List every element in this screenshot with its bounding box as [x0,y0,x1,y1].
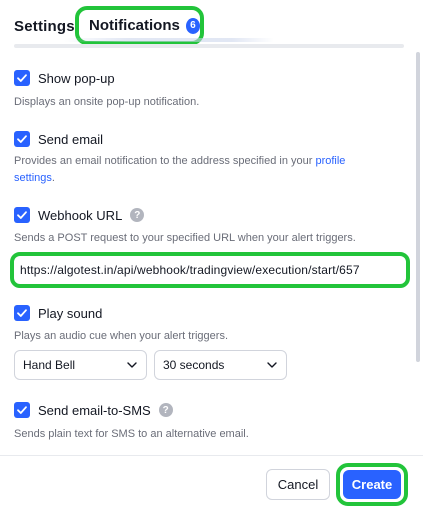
chevron-down-icon [267,362,277,368]
duration-select-value: 30 seconds [163,358,225,372]
sms-option[interactable]: Send email-to-SMS ? [14,402,173,418]
sound-select[interactable]: Hand Bell [14,350,147,380]
sound-label: Play sound [38,305,103,321]
webhook-checkbox[interactable] [14,207,30,223]
tab-notifications-label: Notifications [89,17,180,34]
question-icon[interactable]: ? [158,403,173,417]
webhook-label: Webhook URL [38,207,123,223]
scrollbar[interactable] [416,52,420,362]
sound-checkbox[interactable] [14,305,30,321]
popup-option[interactable]: Show pop-up [14,70,115,86]
webhook-url-field[interactable] [10,252,410,288]
tab-divider [14,44,404,48]
tab-settings[interactable]: Settings [14,18,75,35]
webhook-option[interactable]: Webhook URL ? [14,207,145,223]
checkmark-icon [17,135,27,143]
email-description-suffix: . [51,172,55,184]
checkmark-icon [17,309,27,317]
sound-description: Plays an audio cue when your alert trigg… [14,330,229,342]
sound-select-value: Hand Bell [23,358,76,372]
question-icon[interactable]: ? [130,208,145,222]
footer-divider [0,455,423,456]
email-checkbox[interactable] [14,131,30,147]
sound-option[interactable]: Play sound [14,305,102,321]
notifications-count-badge: 6 [185,17,200,34]
duration-select[interactable]: 30 seconds [154,350,287,380]
email-label: Send email [38,131,104,147]
sms-checkbox[interactable] [14,402,30,418]
faded-text [64,38,274,42]
webhook-description: Sends a POST request to your specified U… [14,232,356,244]
popup-checkbox[interactable] [14,70,30,86]
checkmark-icon [17,406,27,414]
sms-description: Sends plain text for SMS to an alternati… [14,428,249,440]
email-description: Provides an email notification to the ad… [14,153,404,187]
profile-settings-link[interactable]: profile [315,155,345,167]
email-description-text: Provides an email notification to the ad… [14,155,316,167]
email-option[interactable]: Send email [14,131,103,147]
popup-description: Displays an onsite pop-up notification. [14,96,200,108]
popup-label: Show pop-up [38,70,115,86]
checkmark-icon [17,211,27,219]
create-button[interactable]: Create [343,470,401,499]
cancel-button[interactable]: Cancel [266,469,330,500]
sms-label: Send email-to-SMS [38,402,151,418]
profile-settings-link-cont[interactable]: settings [14,172,52,184]
chevron-down-icon [127,362,137,368]
webhook-url-input[interactable] [14,256,406,284]
checkmark-icon [17,74,27,82]
